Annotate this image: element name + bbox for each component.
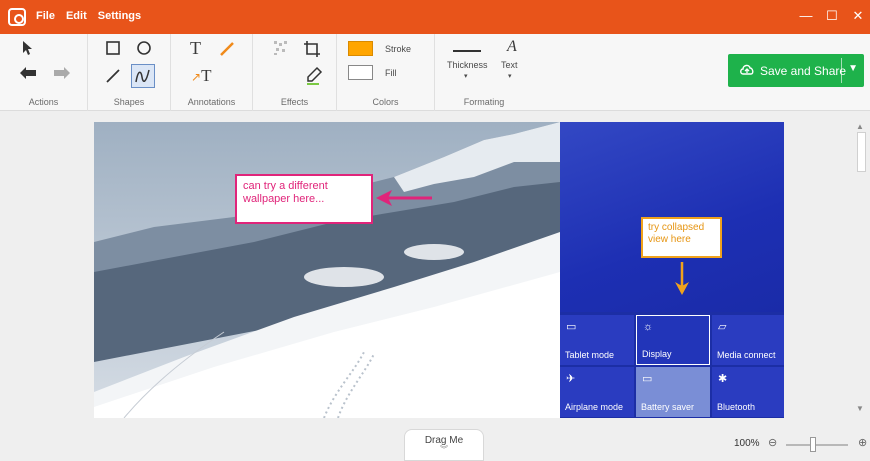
title-bar: File Edit Settings — ☐ ✕ xyxy=(0,0,870,34)
tile-tablet-mode[interactable]: ▭ Tablet mode xyxy=(560,315,634,365)
zoom-slider-track[interactable] xyxy=(786,444,848,446)
save-options-chevron-icon[interactable]: ▼ xyxy=(848,63,858,74)
menu-edit[interactable]: Edit xyxy=(66,10,87,22)
text-tool-icon[interactable]: T xyxy=(190,39,201,57)
close-button[interactable]: ✕ xyxy=(848,8,868,24)
text-chevron-icon[interactable]: ▾ xyxy=(508,72,512,80)
effects-label: Effects xyxy=(280,97,309,107)
crop-icon[interactable] xyxy=(303,40,321,63)
menu-file[interactable]: File xyxy=(36,10,55,22)
marker-icon[interactable] xyxy=(218,40,236,63)
zoom-level: 100% xyxy=(734,438,760,449)
pink-callout-box[interactable]: can try a different wallpaper here... xyxy=(235,174,373,224)
vertical-scrollbar[interactable]: ▲ ▼ xyxy=(854,120,868,420)
thickness-label[interactable]: Thickness xyxy=(447,60,488,70)
app-logo-icon xyxy=(8,8,26,26)
pink-arrow-icon[interactable] xyxy=(374,188,434,208)
save-and-share-label: Save and Share xyxy=(760,63,847,78)
wallpaper-image xyxy=(94,122,560,418)
fill-label: Fill xyxy=(385,68,397,78)
battery-icon: ▭ xyxy=(642,373,653,385)
tile-display[interactable]: ☼ Display xyxy=(636,315,710,365)
tile-battery-saver[interactable]: ▭ Battery saver xyxy=(636,367,710,417)
zoom-in-icon[interactable]: ⊕ xyxy=(858,436,867,449)
ellipse-icon[interactable] xyxy=(136,40,152,61)
text-annotation-icon[interactable]: ↗T xyxy=(191,67,211,86)
text-label[interactable]: Text xyxy=(501,60,518,70)
save-and-share-button[interactable]: Save and Share ▼ xyxy=(728,54,864,87)
blur-icon[interactable] xyxy=(273,40,289,61)
cloud-upload-icon xyxy=(734,62,760,79)
undo-icon[interactable] xyxy=(18,66,38,85)
line-icon[interactable] xyxy=(105,68,121,89)
scroll-down-icon[interactable]: ▼ xyxy=(856,404,864,413)
shapes-label: Shapes xyxy=(113,97,145,107)
tile-bluetooth[interactable]: ✱ Bluetooth xyxy=(712,367,784,417)
tile-airplane-mode[interactable]: ✈ Airplane mode xyxy=(560,367,634,417)
actions-group: Actions xyxy=(0,34,88,111)
text-style-icon[interactable]: A xyxy=(507,38,517,56)
scroll-up-icon[interactable]: ▲ xyxy=(856,122,864,131)
scrollbar-thumb[interactable] xyxy=(857,132,866,172)
orange-arrow-icon[interactable] xyxy=(672,262,692,296)
formating-group: Thickness ▾ A Text ▾ Formating xyxy=(435,34,533,111)
rectangle-icon[interactable] xyxy=(105,40,121,61)
drag-chevron-icon: ︾ xyxy=(440,445,448,454)
fill-swatch[interactable] xyxy=(348,65,373,80)
screenshot-canvas[interactable]: ▭ Tablet mode ☼ Display ▱ Media connect … xyxy=(94,122,784,418)
zoom-slider-thumb[interactable] xyxy=(810,437,816,452)
stroke-swatch[interactable] xyxy=(348,41,373,56)
ribbon-toolbar: Actions Shapes T ↗T Annotations Effects … xyxy=(0,34,870,111)
thickness-chevron-icon[interactable]: ▾ xyxy=(464,72,468,80)
actions-label: Actions xyxy=(28,97,59,107)
cursor-icon[interactable] xyxy=(22,40,34,61)
formating-label: Formating xyxy=(463,97,505,107)
effects-group: Effects xyxy=(253,34,337,111)
menu-settings[interactable]: Settings xyxy=(98,10,141,22)
annotations-group: T ↗T Annotations xyxy=(171,34,253,111)
maximize-button[interactable]: ☐ xyxy=(822,8,842,24)
orange-callout-box[interactable]: try collapsed view here xyxy=(641,217,722,258)
minimize-button[interactable]: — xyxy=(796,8,816,23)
shapes-group: Shapes xyxy=(88,34,171,111)
highlighter-icon[interactable] xyxy=(305,66,323,91)
drag-handle[interactable]: Drag Me ︾ xyxy=(404,429,484,461)
stroke-label: Stroke xyxy=(385,44,412,54)
zoom-out-icon[interactable]: ⊖ xyxy=(768,436,777,449)
redo-icon[interactable] xyxy=(52,66,72,85)
tablet-icon: ▭ xyxy=(566,321,577,333)
menu-bar: File Edit Settings xyxy=(36,10,141,22)
airplane-icon: ✈ xyxy=(566,373,576,385)
bluetooth-icon: ✱ xyxy=(718,373,728,385)
tile-media-connect[interactable]: ▱ Media connect xyxy=(712,315,784,365)
annotations-label: Annotations xyxy=(187,97,236,107)
thickness-icon[interactable] xyxy=(452,42,482,60)
colors-group: Stroke Fill Colors xyxy=(337,34,435,111)
brightness-icon: ☼ xyxy=(643,321,654,333)
cast-icon: ▱ xyxy=(718,321,727,333)
freehand-icon[interactable] xyxy=(131,64,155,88)
colors-label: Colors xyxy=(372,97,399,107)
